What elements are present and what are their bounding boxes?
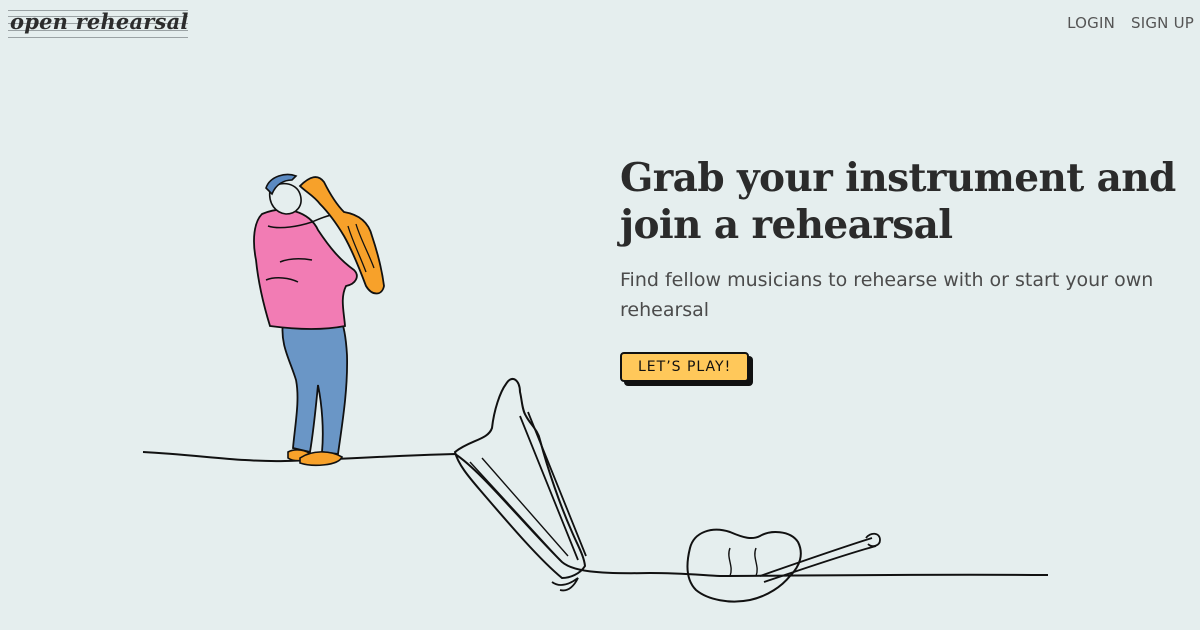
bass-scroll [865,532,881,547]
brand-logo[interactable]: open rehearsal [8,6,190,42]
ground-line [142,451,1049,578]
pants [281,317,348,456]
bass-fholes [728,547,758,577]
top-nav: LOGIN SIGN UP [1067,14,1194,32]
hero-subtitle: Find fellow musicians to rehearse with o… [620,269,1154,321]
saxophone-player [253,173,385,467]
saxophone-keys [347,223,375,273]
logo-staff-line [8,37,188,38]
harp-base [551,577,579,592]
hero-section: Grab your instrument and join a rehearsa… [620,155,1180,325]
brand-name: open rehearsal [10,9,189,34]
saxophone [298,176,385,295]
harp-column [519,411,587,561]
bass-body [686,528,802,603]
double-bass [686,528,881,603]
lets-play-button[interactable]: LET’S PLAY! [620,352,750,382]
head [268,182,302,215]
harp [453,377,587,592]
cta-wrapper: LET’S PLAY! [620,352,750,382]
harp-frame [453,377,587,580]
login-link[interactable]: LOGIN [1067,14,1115,32]
harp-strings [469,457,569,561]
signup-link[interactable]: SIGN UP [1131,14,1194,32]
shoe-right [299,451,344,467]
bass-neck [759,537,877,583]
cap [265,173,298,196]
shirt [253,208,358,330]
shoe-left [287,449,314,462]
arm [265,213,345,283]
hero-headline: Grab your instrument and join a rehearsa… [620,155,1176,248]
